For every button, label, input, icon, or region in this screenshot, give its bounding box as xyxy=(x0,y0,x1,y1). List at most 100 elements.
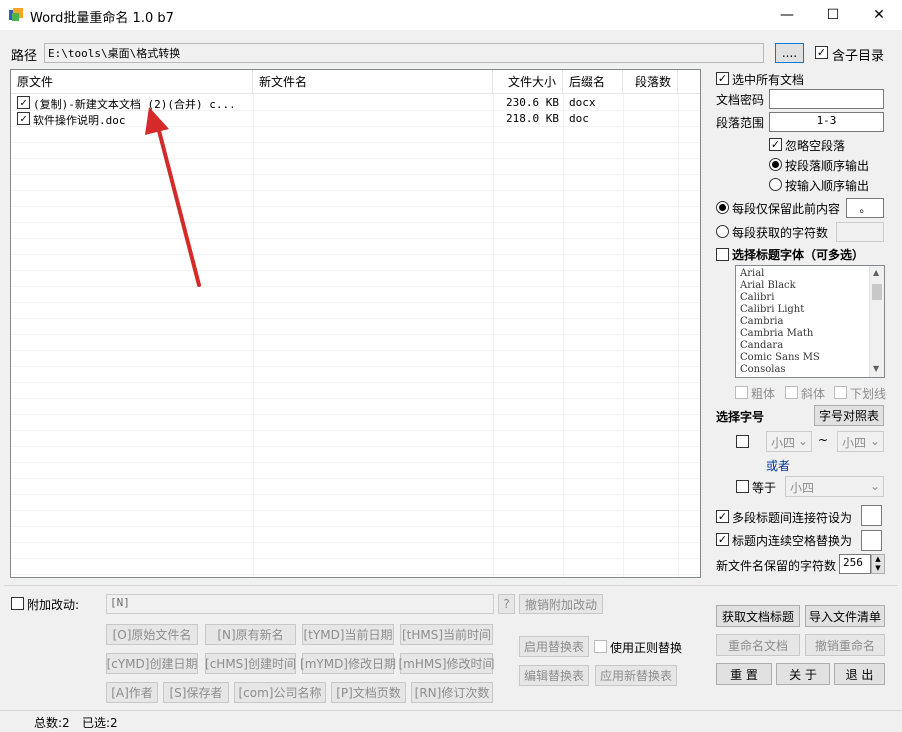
font-list-scrollbar[interactable]: ▲ ▼ xyxy=(869,266,884,377)
size-equal-checkbox[interactable] xyxy=(736,480,749,493)
token-button[interactable]: [N]原有新名 xyxy=(205,624,296,645)
row-checkbox[interactable]: ✓ xyxy=(17,112,30,125)
subdir-checkbox[interactable]: ✓ xyxy=(815,46,828,59)
size-table-button[interactable]: 字号对照表 xyxy=(814,405,884,426)
apply-replace-button[interactable]: 应用新替换表 xyxy=(595,665,677,686)
token-button[interactable]: [O]原始文件名 xyxy=(106,624,198,645)
import-list-button[interactable]: 导入文件清单 xyxy=(805,605,885,627)
get-title-button[interactable]: 获取文档标题 xyxy=(716,605,800,627)
token-button[interactable]: [cYMD]创建日期 xyxy=(106,653,198,674)
header-ext[interactable]: 后缀名 xyxy=(563,70,623,94)
get-chars-radio[interactable] xyxy=(716,225,729,238)
token-button[interactable]: [P]文档页数 xyxy=(331,682,406,703)
order-input-radio[interactable] xyxy=(769,178,782,191)
space-replace-label: 标题内连续空格替换为 xyxy=(732,532,852,549)
status-total: 总数:2 xyxy=(34,714,70,731)
token-button[interactable]: [com]公司名称 xyxy=(234,682,326,703)
attach-input[interactable]: [N] xyxy=(106,594,494,614)
title-bar: Word批量重命名 1.0 b7 — ☐ ✕ xyxy=(0,0,902,30)
order-para-label: 按段落顺序输出 xyxy=(785,157,869,174)
size-equal-select[interactable]: 小四⌄ xyxy=(785,476,884,497)
header-paras[interactable]: 段落数 xyxy=(623,70,678,94)
grid-line xyxy=(11,286,701,287)
doc-password-input[interactable] xyxy=(769,89,884,109)
attach-checkbox[interactable] xyxy=(11,597,24,610)
row-checkbox[interactable]: ✓ xyxy=(17,96,30,109)
use-regex-checkbox[interactable] xyxy=(594,640,607,653)
path-label: 路径 xyxy=(11,45,37,64)
token-button[interactable]: [RN]修订次数 xyxy=(411,682,493,703)
list-header: 原文件 新文件名 文件大小 后缀名 段落数 xyxy=(11,70,701,94)
rename-button[interactable]: 重命名文档 xyxy=(716,634,800,656)
grid-line xyxy=(11,142,701,143)
browse-button[interactable]: .... xyxy=(775,43,804,63)
grid-line xyxy=(11,574,701,575)
grid-line xyxy=(11,382,701,383)
italic-checkbox[interactable] xyxy=(785,386,798,399)
token-button[interactable]: [S]保存者 xyxy=(163,682,229,703)
keep-before-radio[interactable] xyxy=(716,201,729,214)
font-list-item[interactable]: Arial Black xyxy=(740,280,796,291)
enable-replace-button[interactable]: 启用替换表 xyxy=(519,636,589,657)
keep-chars-input[interactable]: 256 xyxy=(839,554,871,574)
tilde-label: ~ xyxy=(818,433,828,447)
grid-line xyxy=(11,334,701,335)
space-replace-input[interactable] xyxy=(861,530,882,551)
bold-checkbox[interactable] xyxy=(735,386,748,399)
font-list-item[interactable]: Candara xyxy=(740,340,783,351)
order-para-radio[interactable] xyxy=(769,158,782,171)
size-to-select[interactable]: 小四⌄ xyxy=(837,431,884,452)
help-button[interactable]: ? xyxy=(498,594,515,614)
multi-join-label: 多段标题间连接符设为 xyxy=(732,509,852,526)
cancel-attach-button[interactable]: 撤销附加改动 xyxy=(519,594,603,614)
underline-checkbox[interactable] xyxy=(834,386,847,399)
edit-replace-button[interactable]: 编辑替换表 xyxy=(519,665,589,686)
font-list-item[interactable]: Cambria Math xyxy=(740,328,813,339)
token-button[interactable]: [tHMS]当前时间 xyxy=(400,624,493,645)
table-row[interactable]: ✓ (复制)-新建文本文档 (2)(合并)_c... 230.6 KB docx xyxy=(11,95,701,111)
token-button[interactable]: [A]作者 xyxy=(106,682,158,703)
token-button[interactable]: [mYMD]修改日期 xyxy=(302,653,394,674)
get-chars-input[interactable] xyxy=(836,222,884,242)
scroll-down-icon[interactable]: ▼ xyxy=(873,364,879,373)
font-list-item[interactable]: Consolas xyxy=(740,364,786,375)
maximize-button[interactable]: ☐ xyxy=(810,0,856,30)
token-button[interactable]: [tYMD]当前日期 xyxy=(302,624,394,645)
reset-button[interactable]: 重 置 xyxy=(716,663,772,685)
ignore-empty-checkbox[interactable]: ✓ xyxy=(769,138,782,151)
chevron-down-icon: ⌄ xyxy=(870,479,880,493)
header-newname[interactable]: 新文件名 xyxy=(253,70,493,94)
keep-before-input[interactable]: 。 xyxy=(846,198,884,218)
title-font-checkbox[interactable] xyxy=(716,248,729,261)
token-button[interactable]: [mHMS]修改时间 xyxy=(400,653,493,674)
font-list-item[interactable]: Cambria xyxy=(740,316,783,327)
header-original[interactable]: 原文件 xyxy=(11,70,253,94)
undo-rename-button[interactable]: 撤销重命名 xyxy=(805,634,885,656)
space-replace-checkbox[interactable]: ✓ xyxy=(716,533,729,546)
multi-join-input[interactable] xyxy=(861,505,882,526)
scroll-up-icon[interactable]: ▲ xyxy=(873,268,879,277)
font-list-item[interactable]: Arial xyxy=(740,268,764,279)
para-range-input[interactable]: 1-3 xyxy=(769,112,884,132)
table-row[interactable]: ✓ 软件操作说明.doc 218.0 KB doc xyxy=(11,111,701,127)
font-list-item[interactable]: Comic Sans MS xyxy=(740,352,820,363)
header-size[interactable]: 文件大小 xyxy=(493,70,563,94)
minimize-button[interactable]: — xyxy=(764,0,810,30)
about-button[interactable]: 关 于 xyxy=(776,663,830,685)
exit-button[interactable]: 退 出 xyxy=(834,663,885,685)
italic-label: 斜体 xyxy=(801,385,825,402)
size-from-select[interactable]: 小四⌄ xyxy=(766,431,812,452)
close-button[interactable]: ✕ xyxy=(856,0,902,30)
size-range-checkbox[interactable] xyxy=(736,435,749,448)
token-button[interactable]: [cHMS]创建时间 xyxy=(205,653,296,674)
font-list-item[interactable]: Calibri Light xyxy=(740,304,804,315)
select-all-checkbox[interactable]: ✓ xyxy=(716,72,729,85)
multi-join-checkbox[interactable]: ✓ xyxy=(716,510,729,523)
font-list[interactable]: ArialArial BlackCalibriCalibri LightCamb… xyxy=(735,265,885,378)
font-list-item[interactable]: Calibri xyxy=(740,292,774,303)
keep-chars-spinner[interactable]: ▲▼ xyxy=(871,554,885,574)
path-input[interactable]: E:\tools\桌面\格式转换 xyxy=(44,43,764,63)
file-list[interactable]: 原文件 新文件名 文件大小 后缀名 段落数 ✓ (复制)-新建文本文档 (2)(… xyxy=(10,69,701,578)
scroll-thumb[interactable] xyxy=(872,284,882,300)
grid-line xyxy=(11,542,701,543)
